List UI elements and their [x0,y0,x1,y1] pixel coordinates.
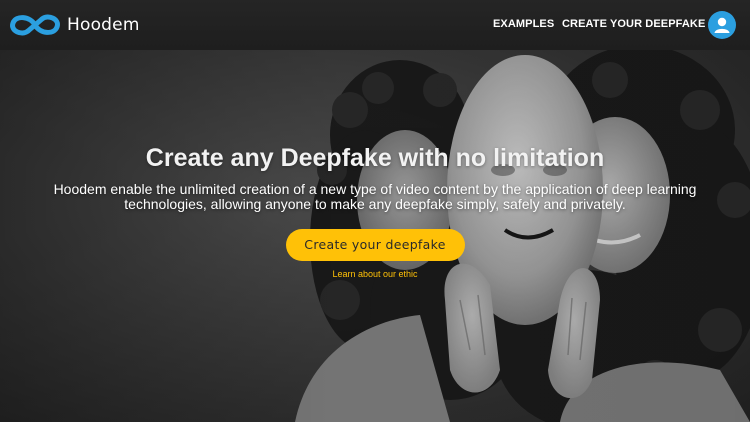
learn-ethic-link[interactable]: Learn about our ethic [0,269,750,279]
hero-section: Create any Deepfake with no limitation H… [0,50,750,422]
user-icon [714,17,730,33]
infinity-logo-icon [10,14,60,36]
brand-home-link[interactable]: Hoodem [8,11,140,39]
brand-name: Hoodem [67,15,140,35]
nav-create-deepfake-link[interactable]: CREATE YOUR DEEPFAKE [562,18,705,30]
profile-button[interactable] [708,11,736,39]
hero-title: Create any Deepfake with no limitation [145,144,605,172]
hero-content: Create any Deepfake with no limitation H… [0,142,750,279]
top-navbar: Hoodem EXAMPLES CREATE YOUR DEEPFAKE [0,0,750,50]
nav-examples-link[interactable]: EXAMPLES [493,18,554,30]
hero-subtitle: Hoodem enable the unlimited creation of … [53,181,697,212]
create-deepfake-button[interactable]: Create your deepfake [285,229,465,261]
